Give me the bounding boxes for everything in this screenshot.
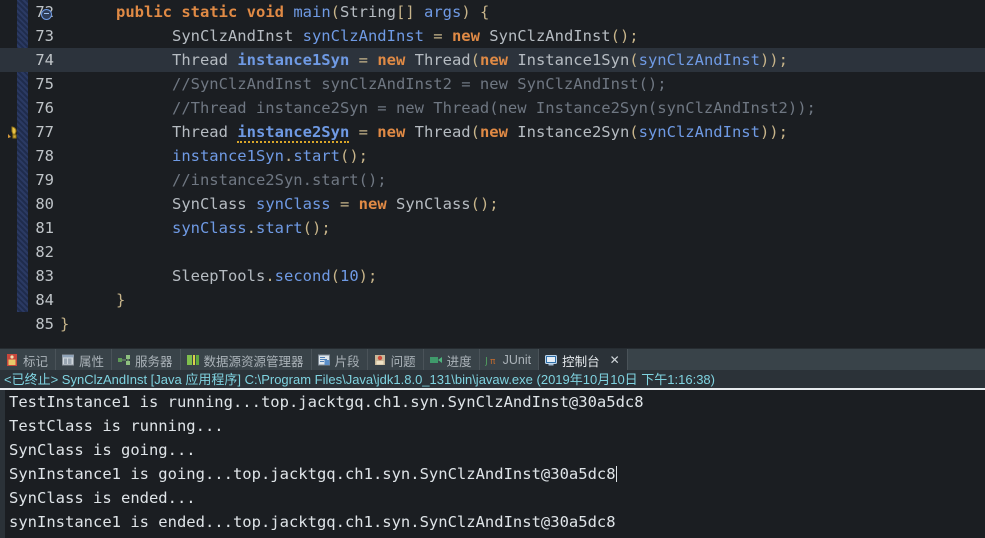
snippets-icon — [317, 353, 331, 367]
tab-servers[interactable]: 服务器 — [112, 349, 181, 371]
code-text: SleepTools.second(10); — [171, 267, 378, 285]
tab-label: JUnit — [502, 353, 532, 367]
console-icon — [544, 353, 558, 367]
line-number: 75 — [35, 75, 54, 93]
bottom-view-tabbar[interactable]: 标记 属性 服务器 数据源资源管理器 片段 问题 进度 Jπ JUnit 控制台 ✕ — [0, 348, 985, 371]
java-code-editor[interactable]: 72 public static void main(String[] args… — [0, 0, 985, 348]
code-text: Thread instance1Syn = new Thread(new Ins… — [171, 51, 788, 69]
problems-icon — [373, 353, 387, 367]
line-number: 85 — [35, 315, 54, 333]
tab-progress[interactable]: 进度 — [424, 349, 480, 371]
code-text: public static void main(String[] args) { — [116, 3, 490, 21]
code-line-80[interactable]: 80 SynClass synClass = new SynClass(); — [0, 192, 985, 216]
code-line-76[interactable]: 76 //Thread instance2Syn = new Thread(ne… — [0, 96, 985, 120]
marker-icon — [5, 353, 19, 367]
code-line-77[interactable]: 77 Thread instance2Syn = new Thread(new … — [0, 120, 985, 144]
line-number: 79 — [35, 171, 54, 189]
properties-icon — [61, 353, 75, 367]
line-number: 84 — [35, 291, 54, 309]
code-text: instance1Syn.start(); — [171, 147, 368, 165]
svg-text:J: J — [485, 356, 488, 367]
code-text: } — [116, 291, 126, 309]
console-line: TestClass is running... — [9, 417, 224, 435]
code-line-75[interactable]: 75 //SynClzAndInst synClzAndInst2 = new … — [0, 72, 985, 96]
line-number: 78 — [35, 147, 54, 165]
tab-label: 数据源资源管理器 — [203, 354, 304, 369]
text-caret — [615, 466, 617, 482]
line-number: 74 — [35, 51, 54, 69]
tab-properties[interactable]: 属性 — [56, 349, 113, 371]
code-line-84[interactable]: 84 } — [0, 288, 985, 312]
tab-label: 控制台 — [562, 354, 600, 369]
tab-label: 进度 — [446, 354, 472, 369]
console-line: SynClass is ended... — [9, 489, 196, 507]
line-number: 76 — [35, 99, 54, 117]
collapse-toggle-icon[interactable] — [41, 9, 52, 20]
console-launch-header: <已终止> SynClzAndInst [Java 应用程序] C:\Progr… — [0, 370, 985, 390]
warning-bulb-icon[interactable] — [6, 124, 22, 140]
line-number: 80 — [35, 195, 54, 213]
line-number: 81 — [35, 219, 54, 237]
svg-text:π: π — [490, 357, 496, 367]
console-line: TestInstance1 is running...top.jacktgq.c… — [9, 393, 644, 411]
code-text: //Thread instance2Syn = new Thread(new I… — [171, 99, 816, 117]
close-icon[interactable]: ✕ — [610, 354, 620, 366]
code-text: //SynClzAndInst synClzAndInst2 = new Syn… — [171, 75, 667, 93]
line-number: 83 — [35, 267, 54, 285]
code-line-85[interactable]: 85} — [0, 312, 985, 336]
line-number: 82 — [35, 243, 54, 261]
tab-label: 标记 — [23, 354, 49, 369]
junit-icon: Jπ — [484, 353, 499, 367]
datasource-explorer-icon — [186, 353, 200, 367]
tab-label: 问题 — [390, 354, 416, 369]
code-line-73[interactable]: 73 SynClzAndInst synClzAndInst = new Syn… — [0, 24, 985, 48]
tab-label: 片段 — [334, 354, 360, 369]
code-text: SynClass synClass = new SynClass(); — [171, 195, 499, 213]
tab-datasource-explorer[interactable]: 数据源资源管理器 — [181, 349, 312, 371]
code-text: SynClzAndInst synClzAndInst = new SynClz… — [171, 27, 639, 45]
tab-problems[interactable]: 问题 — [368, 349, 424, 371]
tab-snippets[interactable]: 片段 — [312, 349, 368, 371]
servers-icon — [117, 353, 131, 367]
code-line-81[interactable]: 81 synClass.start(); — [0, 216, 985, 240]
code-line-74[interactable]: 74 Thread instance1Syn = new Thread(new … — [0, 48, 985, 72]
code-line-83[interactable]: 83 SleepTools.second(10); — [0, 264, 985, 288]
tab-marker[interactable]: 标记 — [0, 349, 57, 371]
code-line-82[interactable]: 82 — [0, 240, 985, 264]
code-line-78[interactable]: 78 instance1Syn.start(); — [0, 144, 985, 168]
console-line: synInstance1 is ended...top.jacktgq.ch1.… — [9, 513, 616, 531]
code-line-72[interactable]: 72 public static void main(String[] args… — [0, 0, 985, 24]
console-output-panel[interactable]: TestInstance1 is running...top.jacktgq.c… — [0, 390, 985, 538]
code-text: Thread instance2Syn = new Thread(new Ins… — [171, 123, 788, 143]
tab-label: 属性 — [79, 354, 105, 369]
code-text: synClass.start(); — [171, 219, 331, 237]
tab-console[interactable]: 控制台 ✕ — [539, 349, 628, 371]
code-text: //instance2Syn.start(); — [171, 171, 387, 189]
code-line-79[interactable]: 79 //instance2Syn.start(); — [0, 168, 985, 192]
console-line: SynClass is going... — [9, 441, 196, 459]
line-number: 73 — [35, 27, 54, 45]
tab-junit[interactable]: Jπ JUnit — [480, 349, 540, 371]
code-text: } — [60, 315, 70, 333]
tab-label: 服务器 — [135, 354, 173, 369]
eclipse-ide-window: 72 public static void main(String[] args… — [0, 0, 985, 538]
progress-icon — [429, 353, 443, 367]
console-line: SynInstance1 is going...top.jacktgq.ch1.… — [9, 465, 617, 483]
